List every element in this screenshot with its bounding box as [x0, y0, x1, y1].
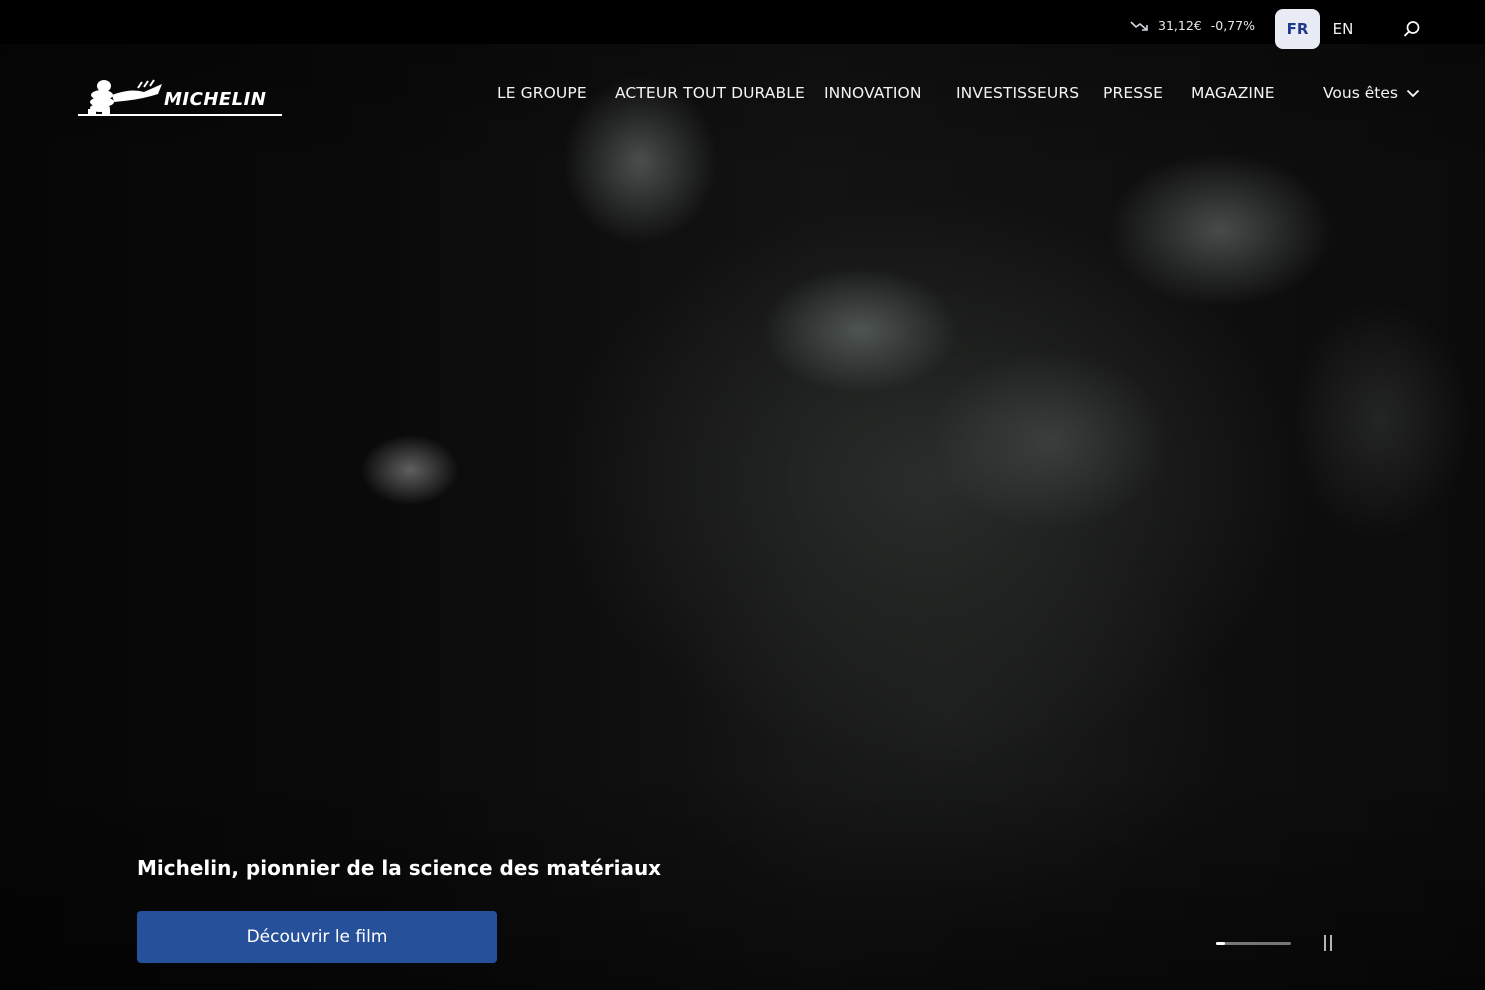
page: 31,12€ -0,77% FR EN MICHELIN LE GROUPE A… [0, 0, 1485, 990]
bibendum-icon [78, 79, 166, 116]
pause-button[interactable] [1320, 933, 1336, 953]
pause-icon [1324, 935, 1326, 951]
stock-ticker[interactable]: 31,12€ -0,77% [1130, 18, 1255, 33]
language-fr-button[interactable]: FR [1275, 9, 1320, 49]
audience-dropdown[interactable]: Vous êtes [1323, 84, 1420, 102]
nav-item-le-groupe[interactable]: LE GROUPE [497, 84, 587, 102]
nav-item-magazine[interactable]: MAGAZINE [1191, 84, 1275, 102]
hero-overlay [0, 0, 1485, 990]
nav-item-investisseurs[interactable]: INVESTISSEURS [956, 84, 1079, 102]
chevron-down-icon [1406, 89, 1420, 98]
search-button[interactable] [1399, 15, 1425, 43]
top-utility-bar: 31,12€ -0,77% FR EN [0, 0, 1485, 49]
logo-wordmark: MICHELIN [164, 89, 267, 110]
hero-headline: Michelin, pionnier de la science des mat… [137, 856, 662, 880]
nav-item-innovation[interactable]: INNOVATION [824, 84, 922, 102]
language-en-button[interactable]: EN [1326, 9, 1360, 49]
discover-film-button[interactable]: Découvrir le film [137, 911, 497, 963]
trend-down-icon [1130, 20, 1148, 31]
audience-dropdown-label: Vous êtes [1323, 84, 1398, 102]
stock-change: -0,77% [1210, 18, 1255, 33]
michelin-logo[interactable]: MICHELIN [78, 78, 282, 118]
slide-progress-bar[interactable] [1216, 942, 1291, 945]
pause-icon-bar [1330, 935, 1332, 951]
logo-underline [164, 114, 282, 116]
search-icon [1403, 21, 1420, 37]
slide-progress-fill [1216, 942, 1225, 945]
nav-item-presse[interactable]: PRESSE [1103, 84, 1163, 102]
nav-item-acteur-tout-durable[interactable]: ACTEUR TOUT DURABLE [615, 84, 805, 102]
stock-price: 31,12€ [1158, 18, 1202, 33]
